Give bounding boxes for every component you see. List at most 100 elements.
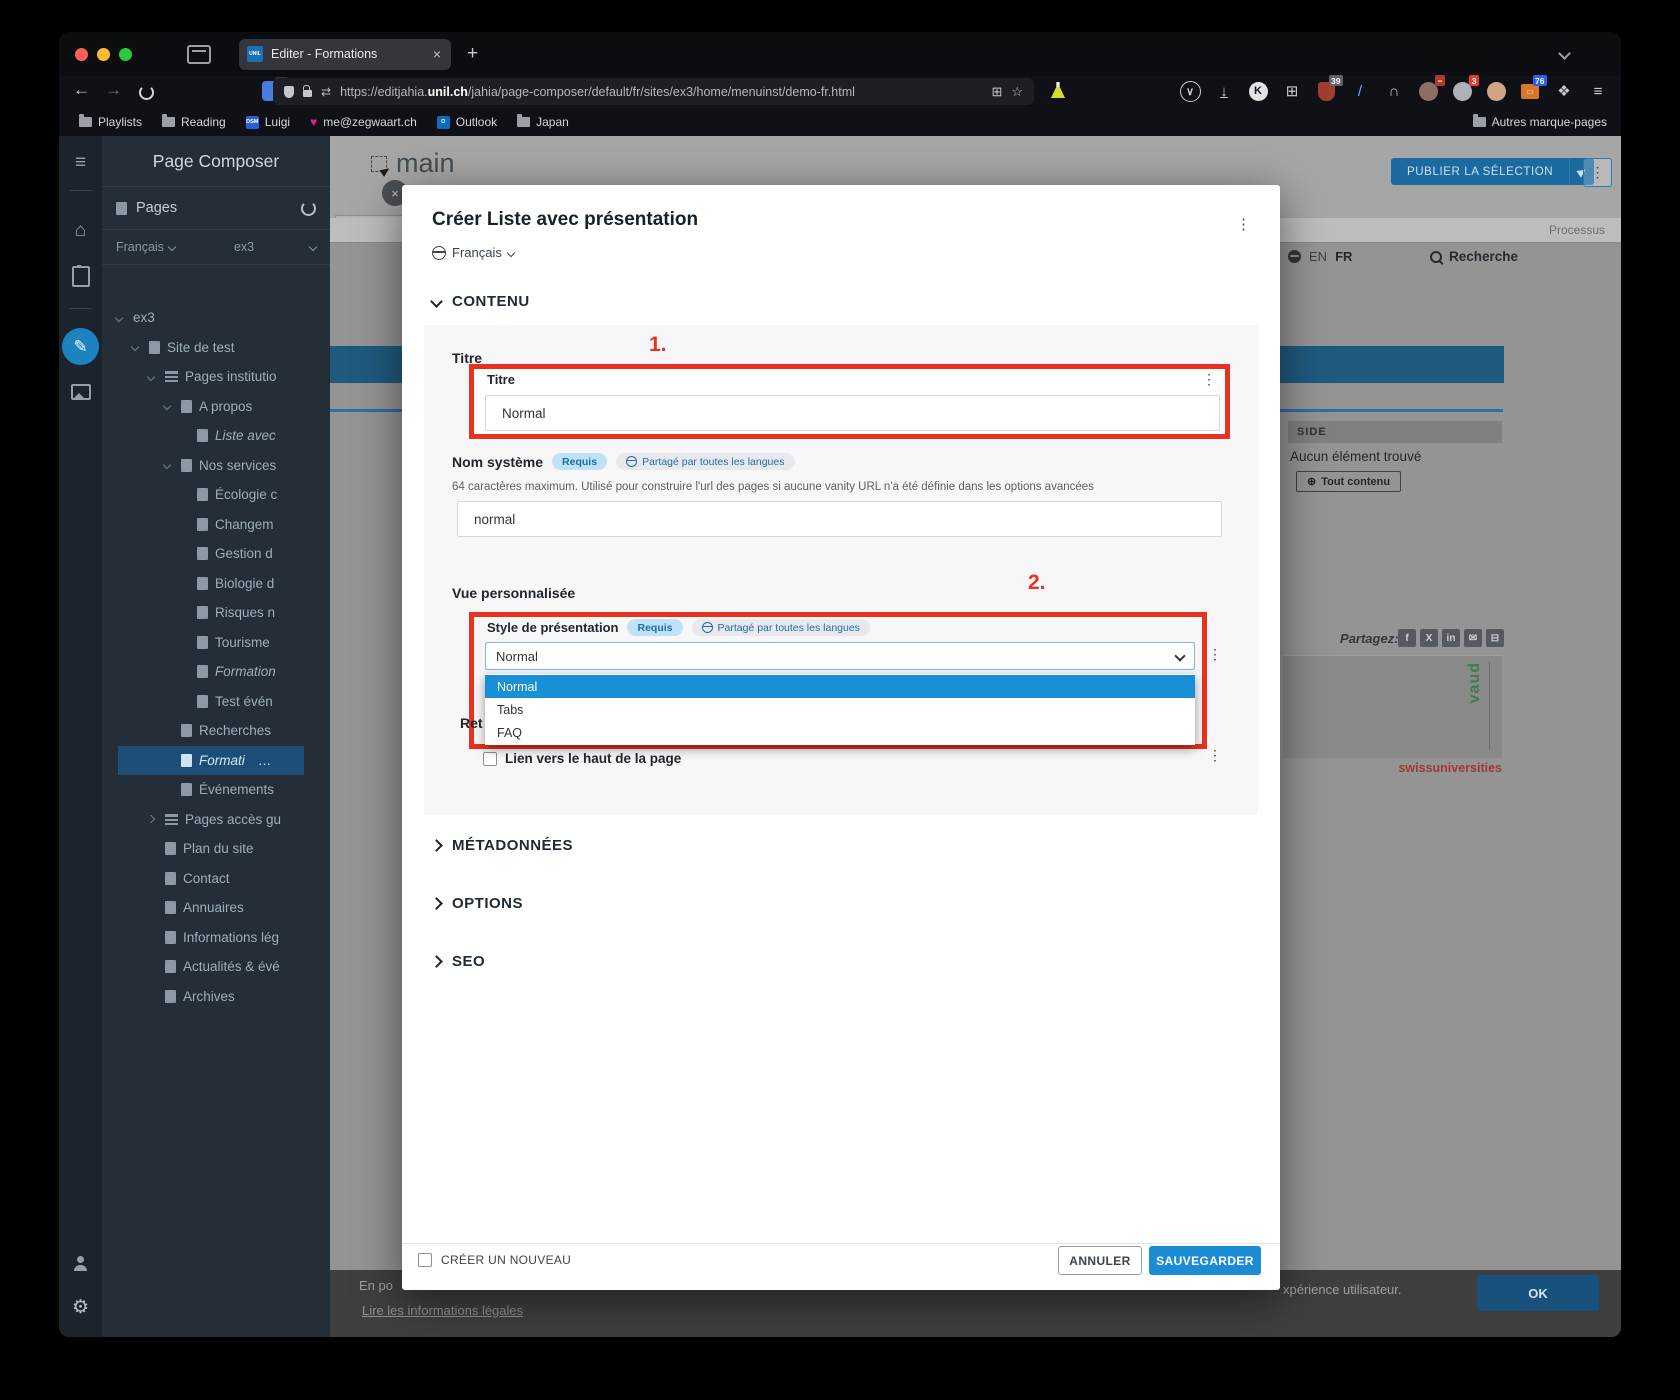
tree-item-pages-institutio[interactable]: Pages institutio	[102, 362, 330, 392]
tree-item-formation[interactable]: Formation	[102, 657, 330, 687]
lang-fr-link[interactable]: FR	[1335, 249, 1352, 264]
refresh-icon[interactable]	[301, 200, 316, 216]
tree-item--cologie-c[interactable]: Écologie c	[102, 480, 330, 510]
tab-close-icon[interactable]: ×	[431, 46, 443, 62]
tree-item-formati[interactable]: Formati…	[118, 745, 304, 775]
save-button[interactable]: SAUVEGARDER	[1149, 1246, 1261, 1275]
user-profile-icon[interactable]	[59, 1256, 102, 1271]
style-field-kebab-icon[interactable]: ⋮	[1208, 646, 1222, 663]
extensions-grid-icon[interactable]: ⊞	[1279, 78, 1305, 104]
print-icon[interactable]: ⊟	[1486, 629, 1504, 647]
site-select[interactable]: ex3	[234, 240, 254, 254]
back-button[interactable]: ←	[73, 80, 90, 100]
titre-input[interactable]: Normal	[485, 395, 1220, 431]
notifications-icon[interactable]: 3	[1449, 75, 1479, 104]
tree-item-recherches[interactable]: Recherches	[102, 716, 330, 746]
section-contenu[interactable]: CONTENU	[430, 293, 530, 310]
site-search[interactable]: Recherche	[1430, 249, 1518, 264]
maximize-window-button[interactable]	[119, 47, 132, 61]
lien-haut-kebab-icon[interactable]: ⋮	[1208, 747, 1222, 764]
chevron-right-icon[interactable]	[144, 815, 158, 824]
tree-item-plan-du-site[interactable]: Plan du site	[102, 834, 330, 864]
page-composer-active-icon[interactable]: ✎	[59, 328, 102, 365]
dialog-more-options-icon[interactable]: ⋮	[1236, 215, 1251, 233]
tree-item-nos-services[interactable]: Nos services	[102, 451, 330, 481]
profile-blocked-icon[interactable]: −	[1415, 75, 1445, 104]
tree-item-ex3[interactable]: ex3	[102, 303, 330, 333]
lien-haut-checkbox[interactable]	[483, 751, 497, 766]
container-tab-icon[interactable]: ⊞	[991, 84, 1002, 100]
x-icon[interactable]: X	[1420, 629, 1438, 647]
reload-button[interactable]	[139, 85, 154, 100]
tree-item-informations-l-g[interactable]: Informations lég	[102, 923, 330, 953]
email-icon[interactable]: ✉	[1464, 629, 1482, 647]
minimize-window-button[interactable]	[97, 47, 110, 61]
section-seo[interactable]: SEO	[430, 953, 485, 970]
home-icon[interactable]: ⌂	[59, 220, 102, 242]
screen-time-icon[interactable]: ▭ 76	[1517, 75, 1547, 104]
url-bar[interactable]: ⇄ https://editjahia.unil.ch/jahia/page-c…	[273, 78, 1034, 105]
chevron-down-icon[interactable]	[112, 313, 126, 322]
tree-item-test-v-n[interactable]: Test évén	[102, 687, 330, 717]
chevron-down-icon[interactable]	[160, 402, 174, 411]
section-metadonnees[interactable]: MÉTADONNÉES	[430, 837, 573, 854]
tree-item-site-de-test[interactable]: Site de test	[102, 333, 330, 363]
tree-item-pages-acc-s-gu[interactable]: Pages accès gu	[102, 805, 330, 835]
tout-contenu-button[interactable]: ⊕ Tout contenu	[1296, 471, 1402, 492]
new-tab-button[interactable]: +	[467, 43, 478, 65]
menu-icon[interactable]: ≡	[1585, 78, 1611, 104]
media-library-icon[interactable]	[59, 384, 102, 400]
more-options-icon[interactable]: …	[258, 753, 273, 768]
puzzle-icon[interactable]: ❖	[1551, 78, 1577, 104]
kagi-icon[interactable]: K	[1245, 78, 1271, 104]
titre-field-kebab-icon[interactable]: ⋮	[1202, 371, 1216, 388]
chevron-down-icon[interactable]	[160, 461, 174, 470]
create-new-checkbox[interactable]	[418, 1253, 432, 1267]
tree-item-actualit-s-v-[interactable]: Actualités & évé	[102, 952, 330, 982]
section-options[interactable]: OPTIONS	[430, 895, 523, 912]
publish-selection-button[interactable]: PUBLIER LA SÉLECTION	[1391, 158, 1595, 185]
bookmark-item[interactable]: Playlists	[79, 114, 142, 129]
settings-gear-icon[interactable]: ⚙	[59, 1296, 102, 1319]
tree-item-risques-n[interactable]: Risques n	[102, 598, 330, 628]
dialog-language-select[interactable]: Français	[432, 245, 516, 260]
bookmark-item[interactable]: Japan	[517, 114, 569, 129]
tree-item-changem[interactable]: Changem	[102, 510, 330, 540]
bookmark-item[interactable]: ♥ me@zegwaart.ch	[310, 115, 417, 129]
lang-en-link[interactable]: EN	[1309, 249, 1327, 264]
nom-systeme-input[interactable]: normal	[457, 501, 1222, 537]
tree-item-contact[interactable]: Contact	[102, 864, 330, 894]
download-icon[interactable]: ↓	[1211, 78, 1237, 104]
style-presentation-select[interactable]: Normal	[485, 642, 1195, 670]
bookmark-star-icon[interactable]: ☆	[1011, 84, 1023, 100]
chevron-down-icon[interactable]	[128, 343, 142, 352]
bookmark-item[interactable]: DSM Luigi	[245, 115, 290, 129]
dropdown-option-faq[interactable]: FAQ	[485, 721, 1195, 744]
cookie-ok-button[interactable]: OK	[1477, 1275, 1599, 1311]
account-avatar-icon[interactable]	[1483, 78, 1509, 104]
bookmark-item[interactable]: Reading	[162, 114, 226, 129]
pen-icon[interactable]: /	[1347, 78, 1373, 104]
tree-item-gestion-d[interactable]: Gestion d	[102, 539, 330, 569]
forward-button[interactable]: →	[105, 80, 122, 100]
hamburger-menu-icon[interactable]: ≡	[59, 152, 102, 174]
browser-tab[interactable]: UNIL Editer - Formations ×	[239, 38, 451, 70]
legal-info-link[interactable]: Lire les informations légales	[362, 1303, 523, 1318]
tree-item-tourisme[interactable]: Tourisme	[102, 628, 330, 658]
tree-item-a-propos[interactable]: A propos	[102, 392, 330, 422]
tree-item-annuaires[interactable]: Annuaires	[102, 893, 330, 923]
language-select[interactable]: Français	[116, 240, 164, 254]
linkedin-icon[interactable]: in	[1442, 629, 1460, 647]
dropdown-option-normal[interactable]: Normal	[485, 675, 1195, 698]
processus-label[interactable]: Processus	[1549, 223, 1605, 237]
flask-extension-icon[interactable]	[1051, 82, 1065, 98]
cancel-button[interactable]: ANNULER	[1058, 1246, 1142, 1275]
arc-icon[interactable]: ∩	[1381, 78, 1407, 104]
ublock-shield-icon[interactable]: 39	[1313, 75, 1343, 104]
tree-item-biologie-d[interactable]: Biologie d	[102, 569, 330, 599]
tab-list-chevron-icon[interactable]	[1558, 45, 1571, 63]
tree-item--v-nements[interactable]: Événements	[102, 775, 330, 805]
bookmark-item[interactable]: O Outlook	[436, 115, 497, 129]
dropdown-option-tabs[interactable]: Tabs	[485, 698, 1195, 721]
pocket-icon[interactable]: ∨	[1177, 78, 1203, 104]
